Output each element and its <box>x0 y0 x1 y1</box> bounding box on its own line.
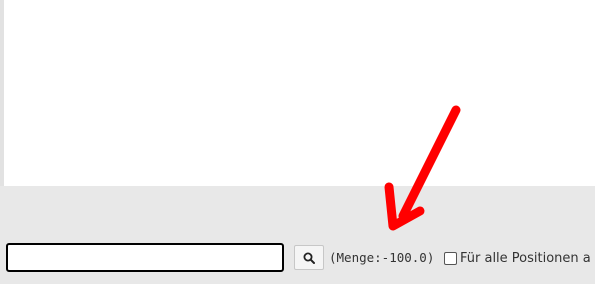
red-arrow-annotation <box>384 105 461 231</box>
arrow-shaft <box>398 105 461 221</box>
